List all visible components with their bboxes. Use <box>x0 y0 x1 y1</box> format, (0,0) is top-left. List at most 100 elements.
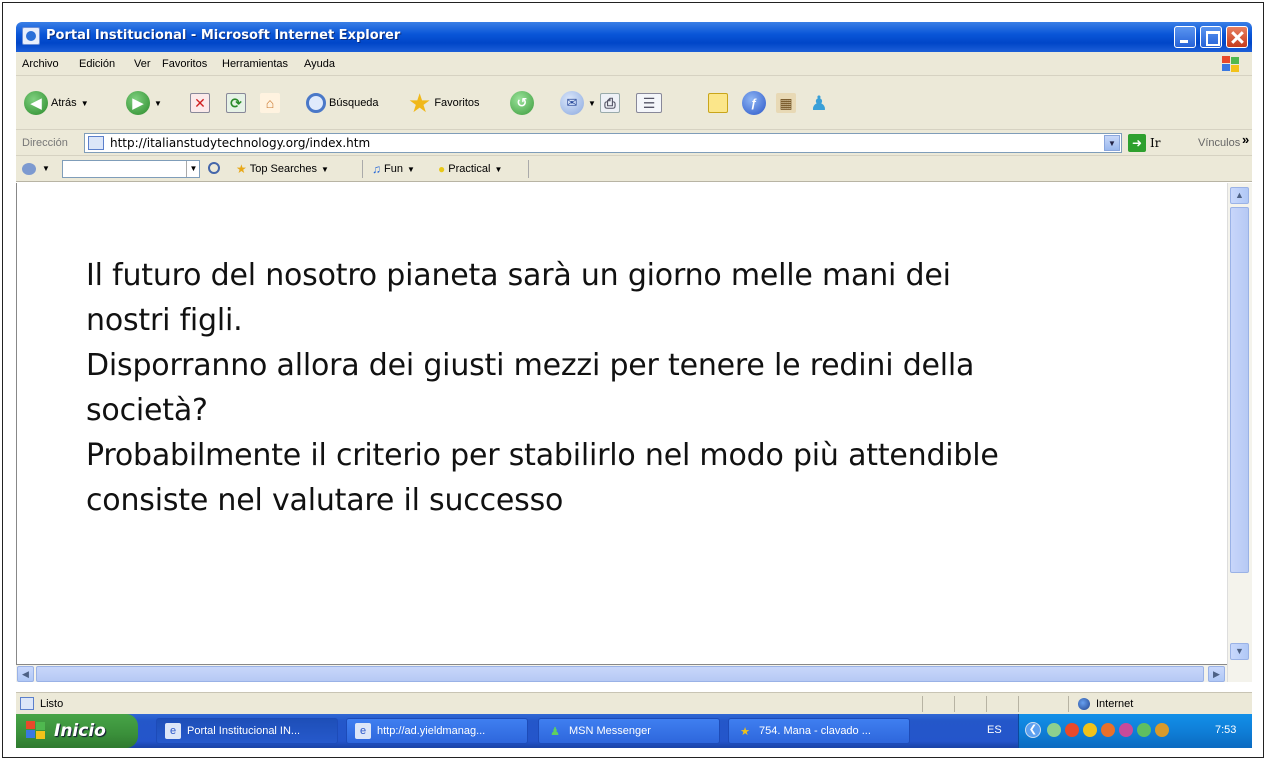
separator <box>528 160 529 178</box>
tray-antivirus-icon[interactable] <box>1065 723 1079 737</box>
content-line: società? <box>86 393 208 428</box>
go-button[interactable]: ➜ Ir <box>1128 134 1160 152</box>
scroll-up-button[interactable]: ▲ <box>1230 187 1249 204</box>
taskbar-item-portal[interactable]: e Portal Institucional IN... <box>156 718 338 744</box>
content-line: Disporranno allora dei giusti mezzi per … <box>86 348 975 383</box>
language-indicator[interactable]: ES <box>987 724 1002 736</box>
menu-ver[interactable]: Ver <box>134 58 151 70</box>
note-button[interactable] <box>708 90 728 116</box>
fun-button[interactable]: ♫ Fun ▼ <box>372 162 415 176</box>
tray-messenger-icon[interactable] <box>1137 723 1151 737</box>
status-page-icon <box>20 697 34 710</box>
messenger-button[interactable]: ♟ <box>810 90 828 116</box>
search-toolbar: ▼ ▼ ★ Top Searches ▼ ♫ Fun ▼ ● Practical… <box>16 156 1252 182</box>
forward-dropdown-icon[interactable]: ▼ <box>154 99 162 108</box>
address-dropdown-icon[interactable]: ▼ <box>1104 135 1120 151</box>
history-button[interactable]: ↺ <box>510 90 534 116</box>
media-icon: ▦ <box>776 93 796 113</box>
tray-app-icon[interactable] <box>1101 723 1115 737</box>
page-content: Il futuro del nosotro pianeta sarà un gi… <box>86 253 1206 523</box>
separator <box>362 160 363 178</box>
close-button[interactable] <box>1226 26 1248 48</box>
standard-toolbar: ◀ Atrás ▼ ▶ ▼ ✕ ⟳ ⌂ Búsqueda ★ Favoritos… <box>16 76 1252 130</box>
start-button[interactable]: Inicio <box>16 714 138 748</box>
search-toolbar-input[interactable] <box>62 160 200 178</box>
menu-bar: Archivo Edición Ver Favoritos Herramient… <box>16 52 1252 76</box>
edit-button[interactable]: ☰ <box>636 90 662 116</box>
tray-media-icon[interactable] <box>1155 723 1169 737</box>
music-note-icon: ♫ <box>372 162 381 176</box>
tray-app-icon[interactable] <box>1119 723 1133 737</box>
content-line: Probabilmente il criterio per stabilirlo… <box>86 438 999 473</box>
top-searches-label: Top Searches <box>249 163 318 175</box>
content-line: nostri figli. <box>86 303 243 338</box>
tray-network-icon[interactable] <box>1047 723 1061 737</box>
clock[interactable]: 7:53 <box>1215 724 1236 736</box>
magnifier-icon[interactable] <box>208 162 220 174</box>
menu-favoritos[interactable]: Favoritos <box>162 58 207 70</box>
maximize-button[interactable] <box>1200 26 1222 48</box>
edit-icon: ☰ <box>636 93 662 113</box>
web-search-icon[interactable] <box>22 163 36 175</box>
scroll-right-button[interactable]: ▶ <box>1208 666 1225 682</box>
lightbulb-icon: ● <box>438 162 446 176</box>
taskbar-item-label: http://ad.yieldmanag... <box>377 725 486 737</box>
address-label: Dirección <box>22 137 68 149</box>
taskbar-item-yieldmanager[interactable]: e http://ad.yieldmanag... <box>346 718 528 744</box>
practical-dropdown-icon: ▼ <box>494 164 503 174</box>
fun-label: Fun <box>384 163 403 175</box>
forward-button[interactable]: ▶ ▼ <box>126 90 162 116</box>
content-line: consiste nel valutare il successo <box>86 483 564 518</box>
links-label[interactable]: Vínculos <box>1198 137 1240 149</box>
title-bar[interactable]: Portal Institucional - Microsoft Interne… <box>16 22 1252 52</box>
refresh-icon: ⟳ <box>226 93 246 113</box>
back-dropdown-icon[interactable]: ▼ <box>81 99 89 108</box>
windows-flag-icon <box>26 721 48 741</box>
links-chevron-icon[interactable]: » <box>1242 132 1249 147</box>
tray-update-icon[interactable] <box>1083 723 1097 737</box>
search-label: Búsqueda <box>329 97 379 109</box>
practical-button[interactable]: ● Practical ▼ <box>438 162 502 176</box>
refresh-button[interactable]: ⟳ <box>226 90 246 116</box>
mail-button[interactable]: ✉ ▼ <box>560 90 596 116</box>
horizontal-scroll-thumb[interactable] <box>36 666 1204 682</box>
search-button[interactable]: Búsqueda <box>306 90 379 116</box>
vertical-scrollbar[interactable]: ▲ ▼ <box>1227 183 1252 682</box>
stop-button[interactable]: ✕ <box>190 90 210 116</box>
taskbar-item-media[interactable]: ★ 754. Mana - clavado ... <box>728 718 910 744</box>
favorites-button[interactable]: ★ Favoritos <box>408 90 480 116</box>
status-bar: Listo Internet <box>16 692 1252 714</box>
back-button[interactable]: ◀ Atrás ▼ <box>24 90 89 116</box>
menu-ayuda[interactable]: Ayuda <box>304 58 335 70</box>
scroll-down-button[interactable]: ▼ <box>1230 643 1249 660</box>
research-button[interactable]: ƒ <box>742 90 766 116</box>
vertical-scroll-thumb[interactable] <box>1230 207 1249 573</box>
web-search-dropdown-icon[interactable]: ▼ <box>42 164 50 173</box>
show-hidden-icons-button[interactable]: ❮ <box>1025 722 1041 738</box>
taskbar-item-label: 754. Mana - clavado ... <box>759 725 871 737</box>
page-viewport: Il futuro del nosotro pianeta sarà un gi… <box>16 183 1226 664</box>
address-url[interactable]: http://italianstudytechnology.org/index.… <box>110 136 370 150</box>
print-button[interactable]: ⎙ <box>600 90 620 116</box>
minimize-button[interactable] <box>1174 26 1196 48</box>
go-arrow-icon: ➜ <box>1128 134 1146 152</box>
search-toolbar-dropdown-icon[interactable]: ▼ <box>186 161 200 177</box>
favorites-star-icon: ★ <box>408 88 432 118</box>
home-icon: ⌂ <box>260 93 280 113</box>
top-searches-button[interactable]: ★ Top Searches ▼ <box>236 162 329 176</box>
messenger-icon: ♟ <box>810 92 828 115</box>
home-button[interactable]: ⌂ <box>260 90 280 116</box>
horizontal-scrollbar[interactable]: ◀ ▶ <box>16 664 1227 682</box>
history-icon: ↺ <box>510 91 534 115</box>
scroll-left-button[interactable]: ◀ <box>17 666 34 682</box>
media-button[interactable]: ▦ <box>776 90 796 116</box>
menu-herramientas[interactable]: Herramientas <box>222 58 288 70</box>
menu-edicion[interactable]: Edición <box>79 58 115 70</box>
taskbar-item-msn[interactable]: ♟ MSN Messenger <box>538 718 720 744</box>
address-input[interactable]: http://italianstudytechnology.org/index.… <box>84 133 1122 153</box>
start-label: Inicio <box>54 721 106 741</box>
mail-dropdown-icon[interactable]: ▼ <box>588 99 596 108</box>
menu-archivo[interactable]: Archivo <box>22 58 59 70</box>
taskbar-item-label: Portal Institucional IN... <box>187 725 301 737</box>
system-tray: ES ❮ 7:53 <box>987 714 1252 748</box>
